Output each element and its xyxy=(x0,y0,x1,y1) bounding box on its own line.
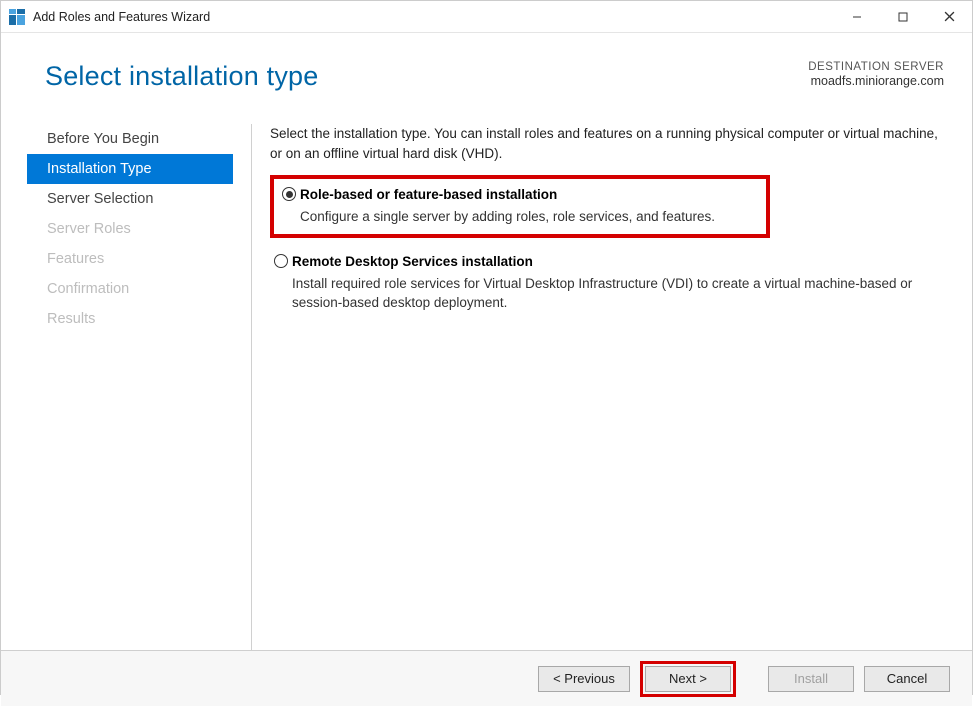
close-button[interactable] xyxy=(926,1,972,32)
destination-label: DESTINATION SERVER xyxy=(808,61,944,73)
option-desc: Install required role services for Virtu… xyxy=(292,274,932,313)
sidebar-divider xyxy=(251,124,252,650)
radio-role-based[interactable] xyxy=(282,187,296,201)
footer: < Previous Next > Install Cancel xyxy=(1,650,972,706)
sidebar-item-results: Results xyxy=(29,304,233,334)
sidebar-item-server-roles: Server Roles xyxy=(29,214,233,244)
sidebar-item-before-you-begin[interactable]: Before You Begin xyxy=(29,124,233,154)
radio-rds[interactable] xyxy=(274,254,288,268)
window-controls xyxy=(834,1,972,32)
cancel-button[interactable]: Cancel xyxy=(864,666,950,692)
page-header: Select installation type DESTINATION SER… xyxy=(1,33,972,110)
window-title: Add Roles and Features Wizard xyxy=(33,10,834,24)
sidebar-item-server-selection[interactable]: Server Selection xyxy=(29,184,233,214)
install-button: Install xyxy=(768,666,854,692)
sidebar-item-installation-type[interactable]: Installation Type xyxy=(27,154,233,184)
highlight-next: Next > xyxy=(640,661,736,697)
highlight-option-1: Role-based or feature-based installation… xyxy=(270,175,770,238)
destination-server: moadfs.miniorange.com xyxy=(808,74,944,88)
option-role-based[interactable]: Role-based or feature-based installation… xyxy=(278,185,760,226)
app-icon xyxy=(9,9,25,25)
destination-block: DESTINATION SERVER moadfs.miniorange.com xyxy=(808,61,944,88)
maximize-button[interactable] xyxy=(880,1,926,32)
option-title: Role-based or feature-based installation xyxy=(300,185,740,205)
option-rds[interactable]: Remote Desktop Services installation Ins… xyxy=(270,246,952,321)
sidebar-item-features: Features xyxy=(29,244,233,274)
sidebar-item-confirmation: Confirmation xyxy=(29,274,233,304)
previous-button[interactable]: < Previous xyxy=(538,666,630,692)
intro-text: Select the installation type. You can in… xyxy=(270,124,952,163)
page-title: Select installation type xyxy=(45,61,318,92)
sidebar: Before You Begin Installation Type Serve… xyxy=(1,120,233,650)
titlebar: Add Roles and Features Wizard xyxy=(1,1,972,33)
next-button[interactable]: Next > xyxy=(645,666,731,692)
option-title: Remote Desktop Services installation xyxy=(292,252,932,272)
minimize-button[interactable] xyxy=(834,1,880,32)
option-desc: Configure a single server by adding role… xyxy=(300,207,740,227)
content: Select the installation type. You can in… xyxy=(270,120,972,650)
